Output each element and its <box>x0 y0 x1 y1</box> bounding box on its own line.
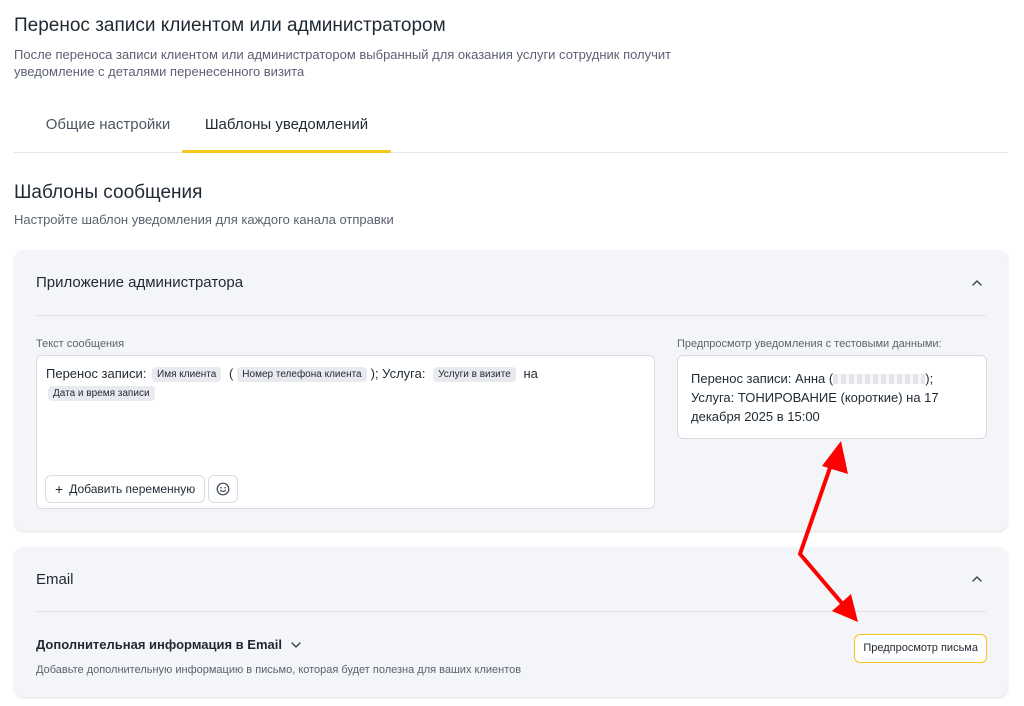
blurred-phone <box>833 374 926 384</box>
add-variable-label: Добавить переменную <box>69 482 196 496</box>
active-tab-indicator <box>182 150 391 153</box>
variable-chip-client-phone[interactable]: Номер телефона клиента <box>237 367 367 382</box>
emoji-button[interactable] <box>208 475 238 503</box>
smiley-icon <box>216 482 230 496</box>
variable-chip-services[interactable]: Услуги в визите <box>433 367 516 382</box>
message-text-label: Текст сообщения <box>36 338 125 350</box>
variable-chip-client-name[interactable]: Имя клиента <box>152 367 222 382</box>
email-extra-info-description: Добавьте дополнительную информацию в пис… <box>36 664 522 676</box>
card-divider <box>36 315 986 316</box>
message-text-part: на <box>523 366 538 381</box>
chevron-up-icon[interactable] <box>970 572 984 586</box>
preview-label: Предпросмотр уведомления с тестовыми дан… <box>677 338 942 350</box>
chevron-down-icon <box>291 641 301 648</box>
tab-bar: Общие настройки Шаблоны уведомлений <box>14 96 1008 153</box>
section-description: Настройте шаблон уведомления для каждого… <box>14 212 394 227</box>
plus-icon: + <box>55 481 64 497</box>
preview-text-part: ); <box>925 371 934 386</box>
add-variable-button[interactable]: + Добавить переменную <box>45 475 206 503</box>
section-title: Шаблоны сообщения <box>14 182 203 203</box>
email-card: Email Дополнительная информация в Email … <box>14 547 1008 697</box>
message-template-text[interactable]: Перенос записи: Имя клиента (Номер телеф… <box>46 364 646 402</box>
notification-preview: Перенос записи: Анна (); Услуга: ТОНИРОВ… <box>677 355 987 439</box>
email-extra-info-toggle[interactable]: Дополнительная информация в Email <box>36 637 302 652</box>
card-divider <box>36 611 986 612</box>
tab-general-settings[interactable]: Общие настройки <box>34 96 182 153</box>
message-text-part: Перенос записи: <box>46 366 147 381</box>
message-text-part: ); Услуга: <box>370 366 426 381</box>
tab-notification-templates[interactable]: Шаблоны уведомлений <box>182 96 391 153</box>
chevron-up-icon[interactable] <box>970 276 984 290</box>
email-extra-info-title: Дополнительная информация в Email <box>36 637 282 652</box>
preview-text-part: Перенос записи: Анна ( <box>691 371 834 386</box>
email-preview-button[interactable]: Предпросмотр письма <box>854 634 987 663</box>
preview-text-part: Услуга: ТОНИРОВАНИЕ (короткие) на 17 дек… <box>691 390 939 424</box>
message-editor[interactable]: Перенос записи: Имя клиента (Номер телеф… <box>36 355 655 509</box>
page-description: После переноса записи клиентом или админ… <box>14 47 672 79</box>
message-text-part: ( <box>228 366 234 381</box>
page-title: Перенос записи клиентом или администрато… <box>14 15 446 36</box>
email-card-title: Email <box>36 571 74 588</box>
admin-app-card-title: Приложение администратора <box>36 274 244 291</box>
variable-chip-datetime[interactable]: Дата и время записи <box>48 386 155 401</box>
admin-app-card: Приложение администратора Текст сообщени… <box>14 250 1008 531</box>
